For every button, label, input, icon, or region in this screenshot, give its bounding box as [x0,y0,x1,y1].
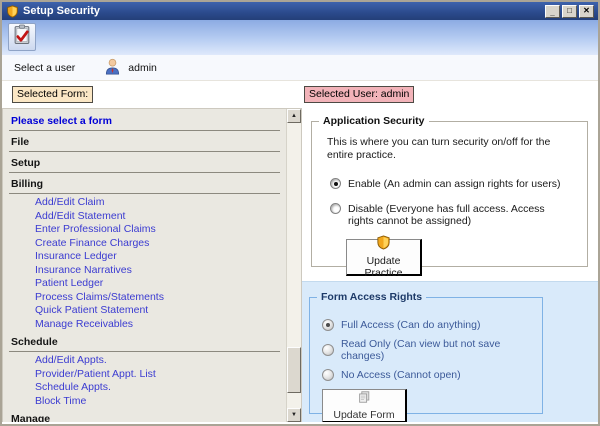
application-security-option[interactable]: Disable (Everyone has full access. Acces… [330,203,569,227]
application-security-title: Application Security [319,115,429,127]
scroll-down-button[interactable]: ▼ [287,408,301,422]
radio-button[interactable] [322,344,334,356]
close-button[interactable]: ✕ [579,5,594,18]
form-list-scrollbar[interactable]: ▲ ▼ [286,109,301,422]
form-list-link[interactable]: Add/Edit Claim [3,196,286,210]
setup-security-tool-button[interactable] [8,23,36,51]
user-picker[interactable]: admin [103,57,157,79]
form-access-option[interactable]: Read Only (Can view but not save changes… [322,338,542,362]
form-list-panel: Please select a form File Setup Billing Add/… [2,108,302,422]
documents-icon [357,390,371,407]
radio-label: No Access (Cannot open) [341,369,461,381]
minimize-button[interactable]: _ [545,5,560,18]
application-security-options: Enable (An admin can assign rights for u… [312,178,587,227]
form-list-link[interactable]: Enter Professional Claims [3,223,286,237]
radio-button-selected[interactable] [322,319,334,331]
select-user-label: Select a user [14,62,75,74]
scroll-up-button[interactable]: ▲ [287,109,301,123]
scrollbar-thumb[interactable] [287,347,301,393]
radio-button[interactable] [330,203,341,214]
update-form-label: Update Form [333,409,394,421]
update-practice-label: Update Practice [353,255,414,279]
form-list-link[interactable]: Process Claims/Statements [3,291,286,305]
selected-user-tag: Selected User: admin [304,86,414,103]
form-list-section: Billing [9,176,280,194]
form-list-prompt: Please select a form [9,113,280,131]
selected-username: admin [128,62,157,74]
form-access-option[interactable]: Full Access (Can do anything) [322,319,542,331]
radio-label: Disable (Everyone has full access. Acces… [348,203,569,227]
radio-label: Enable (An admin can assign rights for u… [348,178,560,190]
application-security-group: Application Security This is where you c… [311,121,588,267]
security-panel: Application Security This is where you c… [302,108,598,422]
form-list-link[interactable]: Manage Receivables [3,318,286,332]
window-title: Setup Security [23,5,543,17]
form-list-section: Setup [9,155,280,173]
update-practice-button[interactable]: Update Practice [346,239,422,276]
form-list-link[interactable]: Quick Patient Statement [3,304,286,318]
radio-button-selected[interactable] [330,178,341,189]
title-bar[interactable]: Setup Security _ □ ✕ [2,2,598,20]
form-list-link[interactable]: Insurance Narratives [3,264,286,278]
form-access-option[interactable]: No Access (Cannot open) [322,369,542,381]
radio-label: Full Access (Can do anything) [341,319,480,331]
clipboard-check-icon [12,24,33,50]
main-area: Please select a form File Setup Billing Add/… [2,108,598,422]
form-list-link[interactable]: Provider/Patient Appt. List [3,368,286,382]
shield-icon [376,235,391,253]
form-list-link[interactable]: Add/Edit Statement [3,210,286,224]
form-access-rights-title: Form Access Rights [317,291,426,303]
radio-label: Read Only (Can view but not save changes… [341,338,542,362]
form-list-link[interactable]: Add/Edit Appts. [3,354,286,368]
form-access-rights-group: Form Access Rights Full Access (Can do a… [309,297,543,414]
setup-security-window: Setup Security _ □ ✕ Select a user [0,0,600,426]
form-list-section: File [9,134,280,152]
maximize-button[interactable]: □ [562,5,577,18]
radio-button[interactable] [322,369,334,381]
form-list-link[interactable]: Block Time [3,395,286,409]
form-list-link[interactable]: Schedule Appts. [3,381,286,395]
header-strip: Selected Form: Selected User: admin [2,80,598,108]
selected-form-tag: Selected Form: [12,86,93,103]
update-form-button[interactable]: Update Form [322,389,407,422]
form-list-section: Schedule [9,334,280,352]
form-list-section: Manage [9,411,280,422]
form-list: Please select a form File Setup Billing Add/… [3,109,286,422]
form-list-link[interactable]: Insurance Ledger [3,250,286,264]
form-access-zone: Form Access Rights Full Access (Can do a… [302,281,598,422]
shield-icon [6,5,19,18]
toolbar [2,20,598,55]
user-avatar-icon [103,57,122,79]
application-security-option[interactable]: Enable (An admin can assign rights for u… [330,178,569,190]
form-list-link[interactable]: Create Finance Charges [3,237,286,251]
form-access-options: Full Access (Can do anything) Read Only (… [310,319,542,381]
application-security-description: This is where you can turn security on/o… [312,122,587,162]
form-list-link[interactable]: Patient Ledger [3,277,286,291]
user-bar: Select a user admin [2,55,598,80]
